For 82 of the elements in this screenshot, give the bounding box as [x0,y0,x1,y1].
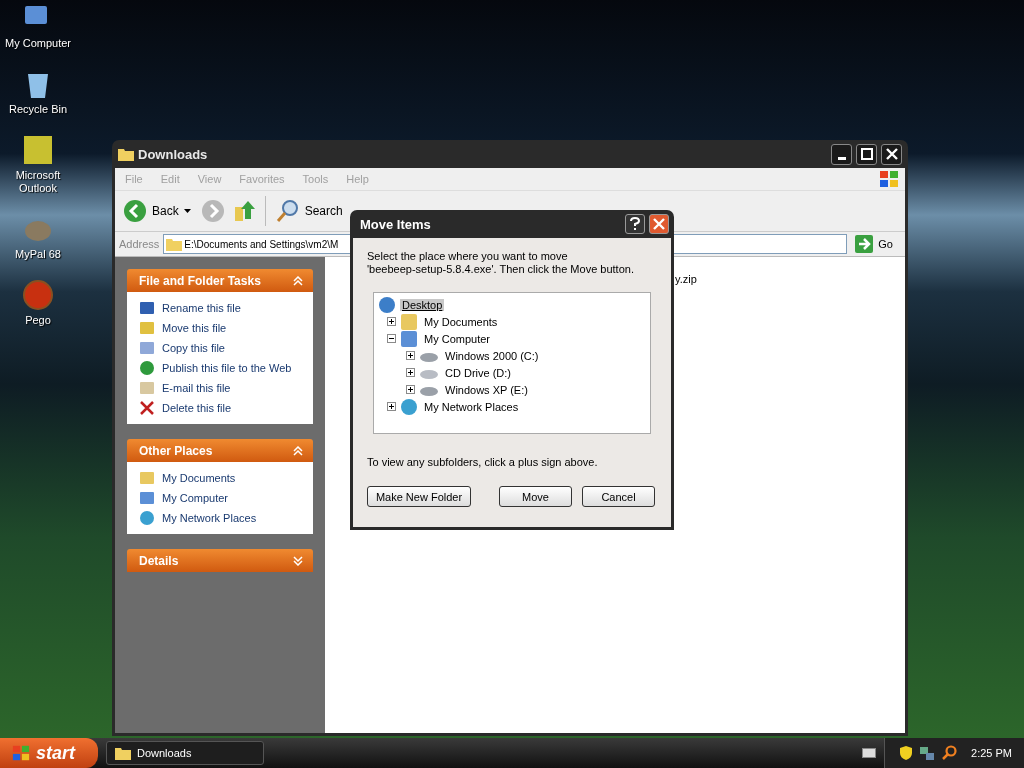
windows-logo-icon [879,170,899,188]
folder-icon [118,147,134,161]
go-button[interactable]: Go [851,235,901,253]
start-button[interactable]: start [0,738,98,768]
search-icon[interactable] [941,745,958,761]
new-folder-button[interactable]: Make New Folder [367,486,471,507]
desktop-icon-label[interactable]: Pego [3,314,73,327]
dialog-title: Move Items [360,216,431,232]
help-button[interactable] [625,214,645,234]
task-icon [139,490,155,506]
network-icon[interactable] [919,745,936,761]
task-icon [139,360,155,376]
expander-icon[interactable] [406,351,415,360]
close-icon[interactable] [885,148,898,160]
caret-icon[interactable] [183,209,191,213]
cancel-button[interactable]: Cancel [582,486,655,507]
tree-item[interactable]: My Computer [422,332,493,345]
task-icon [139,510,155,526]
tree-item[interactable]: CD Drive (D:) [443,366,513,379]
chevron-icon[interactable] [293,445,303,456]
task-link[interactable]: Rename this file [162,302,241,314]
folder-icon[interactable] [115,746,131,760]
drive-icon [420,370,438,379]
taskbar-button[interactable]: Downloads [106,741,264,765]
task-link[interactable]: E-mail this file [162,382,231,394]
chevron-icon[interactable] [293,275,303,286]
maximize-icon[interactable] [860,148,873,160]
minimize-icon[interactable] [837,156,846,160]
drive-icon [420,353,438,362]
task-icon [139,320,155,336]
task-icon [139,470,155,486]
windows-logo-icon[interactable] [12,744,30,762]
help-icon[interactable] [630,217,640,231]
folder-tree-icon [401,398,417,415]
task-link[interactable]: My Documents [162,472,236,484]
up-folder-icon[interactable] [232,199,257,223]
folder-icon [166,237,183,251]
folder-tree-icon [379,296,395,313]
tree-item[interactable]: Desktop [400,298,445,311]
address-label: Address [119,238,160,250]
go-arrow-icon[interactable] [855,235,874,253]
search-icon[interactable] [275,199,300,223]
desktop-icon-label[interactable]: My Computer [3,37,73,50]
task-icon [139,400,155,416]
desktop-icon-label[interactable]: Microsoft Outlook [3,169,73,195]
dialog-message: Select the place where you want to move 'beebeep-setup-5.8.4.exe'. Then click the Move button. [367,250,635,276]
shield-icon[interactable] [899,745,914,761]
maximize-button[interactable] [856,143,877,165]
task-link[interactable]: Move this file [162,322,227,334]
task-link[interactable]: Delete this file [162,402,232,414]
task-link[interactable]: Copy this file [162,342,225,354]
expander-icon[interactable] [387,402,396,411]
task-icon [139,340,155,356]
task-icon [139,380,155,396]
expander-icon[interactable] [406,368,415,377]
expander-icon[interactable] [387,317,396,326]
window-title: Downloads [138,146,208,162]
tree-item[interactable]: My Network Places [422,400,521,413]
desktop-icon-label[interactable]: MyPal 68 [3,248,73,261]
back-button[interactable]: Back [121,197,193,225]
expander-icon[interactable] [387,334,396,343]
task-link[interactable]: Publish this file to the Web [162,362,292,374]
drive-icon [420,387,438,396]
chevron-icon[interactable] [293,555,303,566]
tree-item[interactable]: Windows 2000 (C:) [443,349,541,362]
close-button[interactable] [881,143,902,165]
clock[interactable]: 2:25 PM [971,747,1012,759]
move-button[interactable]: Move [499,486,572,507]
search-button[interactable]: Search [273,197,345,225]
file-name[interactable]: y.zip [675,273,697,285]
task-link[interactable]: My Network Places [162,512,257,524]
task-link[interactable]: My Computer [162,492,229,504]
task-icon [139,300,155,316]
desktop-app-icon[interactable] [22,134,54,166]
dialog-hint: To view any subfolders, click a plus sign above. [367,456,599,468]
desktop-icon-label[interactable]: Recycle Bin [3,103,73,116]
minimize-button[interactable] [831,143,852,165]
folder-tree-icon [401,330,417,347]
tree-item[interactable]: My Documents [422,315,500,328]
folder-tree-icon [401,313,417,330]
tree-item[interactable]: Windows XP (E:) [443,383,530,396]
expander-icon[interactable] [406,385,415,394]
